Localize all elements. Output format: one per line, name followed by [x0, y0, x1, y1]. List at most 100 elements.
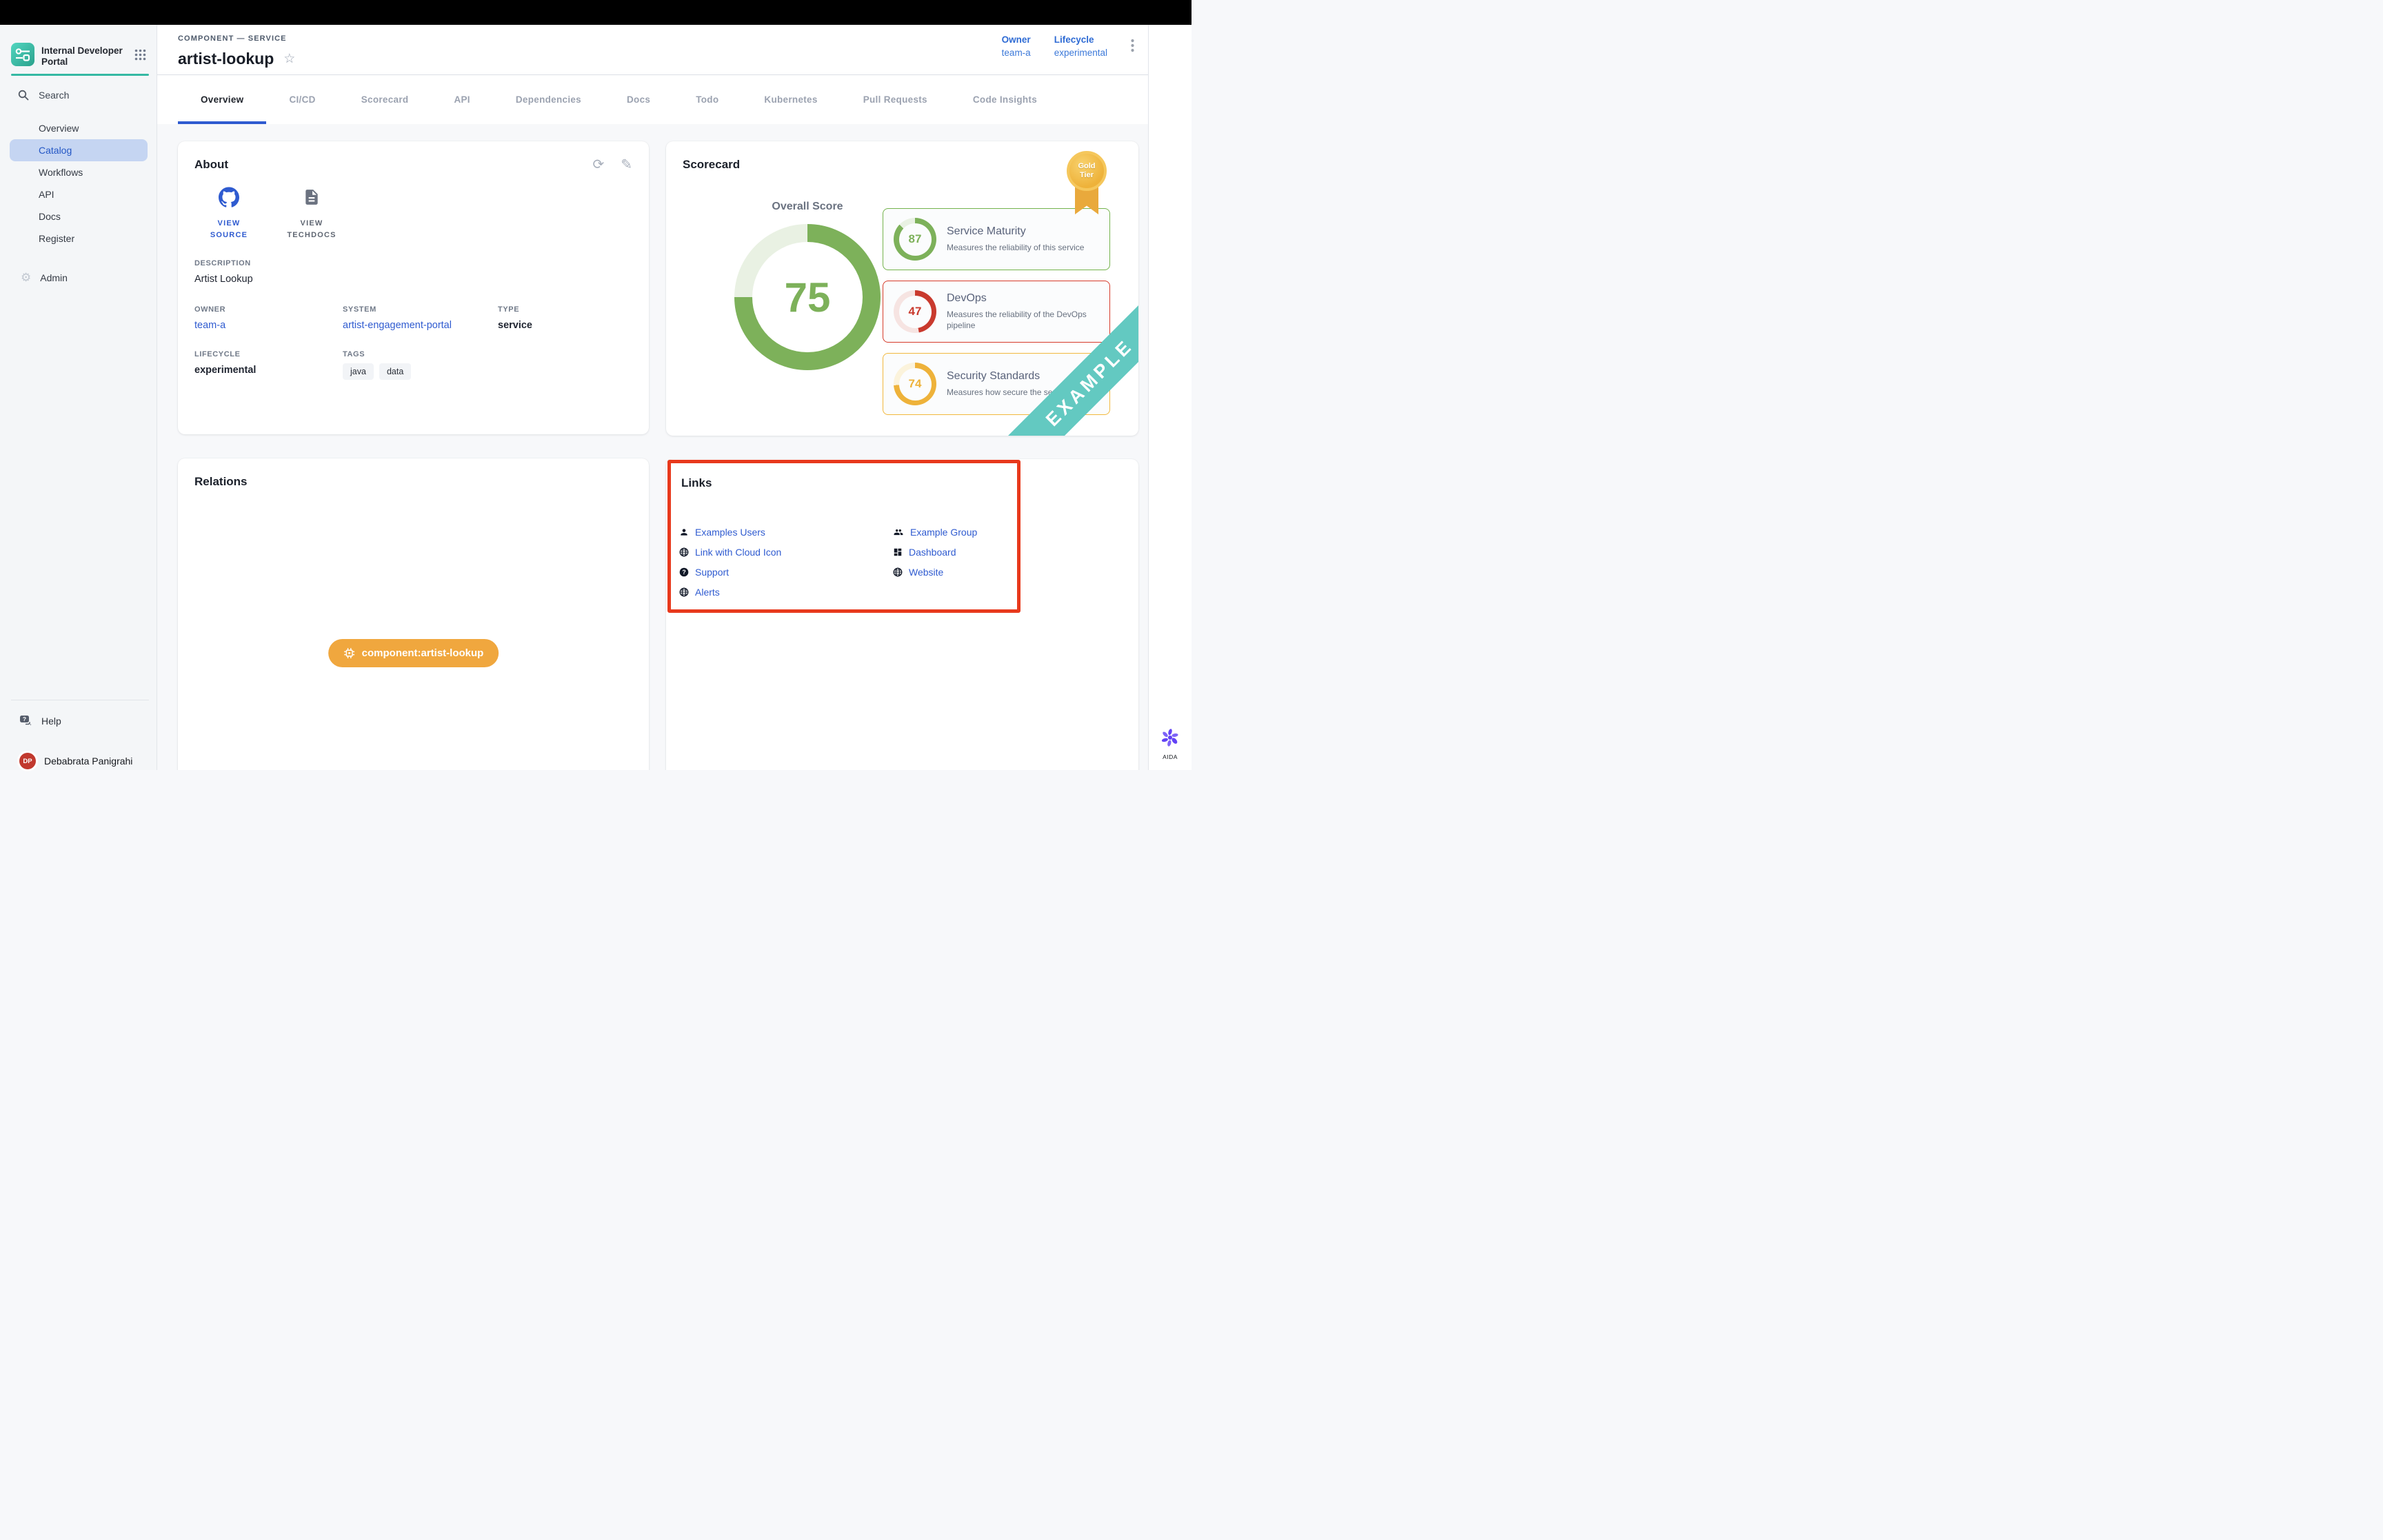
aida-widget[interactable]: AIDA: [1160, 728, 1180, 760]
links-card: Links Examples Users: [666, 459, 1138, 770]
sidebar-item-catalog[interactable]: Catalog: [10, 139, 148, 161]
kebab-menu-icon[interactable]: [1131, 39, 1134, 56]
breadcrumb: COMPONENT — SERVICE: [178, 34, 287, 43]
admin-label: Admin: [40, 272, 68, 283]
tab-overview[interactable]: Overview: [178, 75, 266, 124]
security-standards-title: Security Standards: [947, 370, 1059, 383]
system-field-label: SYSTEM: [343, 305, 498, 314]
chip-icon: [343, 647, 355, 659]
top-black-bar: [0, 0, 1192, 25]
overview-content: About ⟳ ✎: [157, 124, 1148, 770]
gold-tier-badge: Gold Tier: [1067, 151, 1107, 191]
view-source-label-2: SOURCE: [194, 230, 263, 241]
tab-cicd[interactable]: CI/CD: [266, 75, 338, 124]
owner-value: team-a: [1002, 48, 1031, 58]
search-input[interactable]: Search: [0, 83, 157, 107]
description-value: Artist Lookup: [194, 274, 632, 285]
sidebar-item-register[interactable]: Register: [10, 227, 148, 250]
sidebar: Internal Developer Portal Search Overvie…: [0, 25, 157, 770]
apps-grid-icon[interactable]: [134, 49, 146, 64]
lifecycle-field-label: LIFECYCLE: [194, 350, 343, 358]
brand-divider: [11, 74, 149, 76]
view-techdocs-button[interactable]: VIEW TECHDOCS: [277, 187, 346, 241]
links-highlight-box: [667, 460, 1020, 613]
page-title: artist-lookup: [178, 50, 274, 68]
tab-docs[interactable]: Docs: [604, 75, 673, 124]
tab-api[interactable]: API: [431, 75, 492, 124]
view-source-button[interactable]: VIEW SOURCE: [194, 187, 263, 241]
portal-logo-icon: [11, 43, 34, 70]
tab-kubernetes[interactable]: Kubernetes: [741, 75, 840, 124]
lifecycle-label: Lifecycle: [1054, 34, 1107, 45]
tag-chip[interactable]: java: [343, 363, 374, 380]
sidebar-nav: Overview Catalog Workflows API Docs Regi…: [0, 117, 157, 250]
user-name: Debabrata Panigrahi: [44, 756, 132, 767]
description-label: DESCRIPTION: [194, 259, 632, 267]
owner-field-label: OWNER: [194, 305, 343, 314]
portal-title: Internal Developer Portal: [41, 45, 123, 68]
service-maturity-desc: Measures the reliability of this service: [947, 242, 1084, 253]
scorecard-title: Scorecard: [683, 158, 740, 171]
view-techdocs-label-2: TECHDOCS: [277, 230, 346, 241]
tab-dependencies[interactable]: Dependencies: [493, 75, 604, 124]
badge-line-1: Gold: [1078, 162, 1095, 171]
edit-pencil-icon[interactable]: ✎: [621, 158, 632, 172]
metric-card-devops[interactable]: 47 DevOps Measures the reliability of th…: [883, 281, 1110, 343]
scorecard-card: Scorecard Gold Tier Overall Score 75: [666, 141, 1138, 436]
right-rail: AIDA: [1148, 25, 1192, 770]
entity-tabs: Overview CI/CD Scorecard API Dependencie…: [157, 75, 1148, 124]
sidebar-item-workflows[interactable]: Workflows: [10, 161, 148, 183]
service-maturity-title: Service Maturity: [947, 225, 1084, 238]
user-menu[interactable]: DP Debabrata Panigrahi: [0, 747, 157, 775]
tab-todo[interactable]: Todo: [673, 75, 741, 124]
favorite-star-icon[interactable]: ☆: [283, 52, 295, 65]
owner-field-value[interactable]: team-a: [194, 320, 343, 331]
tag-chip[interactable]: data: [379, 363, 411, 380]
relations-card: Relations: [178, 458, 649, 770]
document-icon: [303, 187, 321, 207]
search-icon: [18, 90, 29, 101]
overall-score-value: 75: [752, 242, 863, 352]
sidebar-item-api[interactable]: API: [10, 183, 148, 205]
devops-score: 47: [899, 296, 932, 328]
badge-line-2: Tier: [1080, 171, 1094, 180]
search-label: Search: [39, 90, 69, 101]
metric-card-service-maturity[interactable]: 87 Service Maturity Measures the reliabi…: [883, 208, 1110, 270]
service-maturity-score: 87: [899, 223, 932, 256]
tab-code-insights[interactable]: Code Insights: [950, 75, 1060, 124]
svg-text:?: ?: [23, 716, 26, 722]
lifecycle-field-value: experimental: [194, 365, 343, 376]
gear-icon: ⚙: [21, 271, 31, 285]
help-chat-icon: ?: [19, 715, 33, 727]
lifecycle-value: experimental: [1054, 48, 1107, 58]
aida-label: AIDA: [1160, 753, 1180, 760]
devops-desc: Measures the reliability of the DevOps p…: [947, 309, 1099, 331]
main-area: COMPONENT — SERVICE artist-lookup ☆ Owne…: [157, 25, 1148, 770]
header-lifecycle: Lifecycle experimental: [1054, 34, 1107, 58]
help-label: Help: [41, 716, 61, 727]
view-techdocs-label-1: VIEW: [277, 218, 346, 230]
entity-header: COMPONENT — SERVICE artist-lookup ☆ Owne…: [157, 25, 1148, 75]
devops-donut: 47: [894, 290, 936, 333]
sidebar-item-admin[interactable]: ⚙ Admin: [0, 266, 157, 290]
relations-entity-chip[interactable]: component:artist-lookup: [328, 639, 499, 667]
tab-pull-requests[interactable]: Pull Requests: [841, 75, 950, 124]
security-standards-desc: Measures how secure the serv: [947, 387, 1059, 398]
refresh-icon[interactable]: ⟳: [592, 158, 604, 172]
sidebar-item-docs[interactable]: Docs: [10, 205, 148, 227]
header-owner[interactable]: Owner team-a: [1002, 34, 1031, 58]
sidebar-item-overview[interactable]: Overview: [10, 117, 148, 139]
system-field-value[interactable]: artist-engagement-portal: [343, 320, 498, 331]
devops-title: DevOps: [947, 292, 1099, 305]
service-maturity-donut: 87: [894, 218, 936, 261]
avatar: DP: [19, 753, 36, 769]
tab-scorecard[interactable]: Scorecard: [339, 75, 432, 124]
about-title: About: [194, 158, 228, 172]
about-card: About ⟳ ✎: [178, 141, 649, 434]
help-button[interactable]: ? Help: [0, 710, 157, 732]
tags-field-label: TAGS: [343, 350, 498, 358]
github-icon: [219, 187, 239, 207]
security-standards-donut: 74: [894, 363, 936, 405]
type-field-label: TYPE: [498, 305, 632, 314]
security-standards-score: 74: [899, 368, 932, 401]
